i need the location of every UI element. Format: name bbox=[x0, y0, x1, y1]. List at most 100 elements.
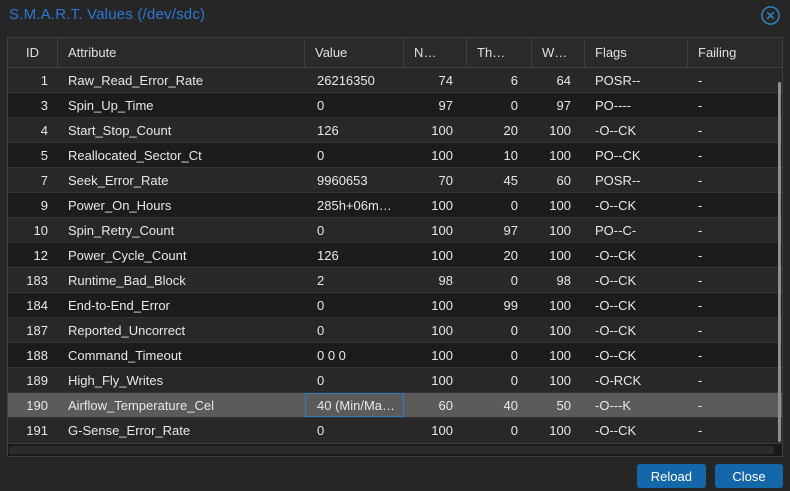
table-header: ID Attribute Value N… Th… W… Flags Failing bbox=[8, 38, 782, 68]
cell-threshold: 0 bbox=[510, 372, 518, 388]
close-icon[interactable] bbox=[760, 5, 781, 26]
table-row[interactable]: 4 Start_Stop_Count 126 100 20 100 -O--CK - bbox=[8, 118, 782, 143]
table-row[interactable]: 9 Power_On_Hours 285h+06m… 100 0 100 -O--CK - bbox=[8, 193, 782, 218]
cell-failing: - bbox=[698, 222, 703, 238]
close-button[interactable]: Close bbox=[715, 464, 783, 488]
cell-threshold: 40 bbox=[503, 397, 518, 413]
cell-flags: PO--C- bbox=[595, 222, 637, 238]
cell-failing: - bbox=[698, 347, 703, 363]
cell-worst: 100 bbox=[549, 297, 571, 313]
reload-button[interactable]: Reload bbox=[636, 464, 706, 488]
cell-normalized: 100 bbox=[431, 247, 453, 263]
cell-id: 1 bbox=[40, 72, 48, 88]
table-row[interactable]: 184 End-to-End_Error 0 100 99 100 -O--CK - bbox=[8, 293, 782, 318]
cell-threshold: 20 bbox=[503, 122, 518, 138]
cell-normalized: 100 bbox=[431, 297, 453, 313]
cell-value: 26216350 bbox=[317, 72, 375, 88]
table-row[interactable]: 191 G-Sense_Error_Rate 0 100 0 100 -O--CK - bbox=[8, 418, 782, 443]
cell-attribute: Spin_Retry_Count bbox=[68, 222, 175, 238]
cell-flags: POSR-- bbox=[595, 72, 641, 88]
table-row[interactable]: 12 Power_Cycle_Count 126 100 20 100 -O--CK - bbox=[8, 243, 782, 268]
cell-id: 188 bbox=[26, 347, 48, 363]
cell-worst: 98 bbox=[556, 272, 571, 288]
table-row[interactable]: 188 Command_Timeout 0 0 0 100 0 100 -O--CK - bbox=[8, 343, 782, 368]
cell-attribute: End-to-End_Error bbox=[68, 297, 170, 313]
cell-flags: -O--CK bbox=[595, 247, 637, 263]
table-row[interactable]: 10 Spin_Retry_Count 0 100 97 100 PO--C- - bbox=[8, 218, 782, 243]
cell-threshold: 97 bbox=[503, 222, 518, 238]
table-row[interactable]: 187 Reported_Uncorrect 0 100 0 100 -O--CK - bbox=[8, 318, 782, 343]
table-row[interactable]: 3 Spin_Up_Time 0 97 0 97 PO---- - bbox=[8, 93, 782, 118]
cell-normalized: 100 bbox=[431, 147, 453, 163]
cell-flags: PO--CK bbox=[595, 147, 641, 163]
cell-value: 285h+06m… bbox=[317, 197, 392, 213]
cell-threshold: 0 bbox=[510, 272, 518, 288]
cell-threshold: 0 bbox=[510, 197, 518, 213]
cell-normalized: 100 bbox=[431, 197, 453, 213]
horizontal-scrollbar[interactable] bbox=[8, 443, 782, 456]
cell-worst: 50 bbox=[556, 397, 571, 413]
cell-value: 126 bbox=[317, 122, 339, 138]
table-row[interactable]: 183 Runtime_Bad_Block 2 98 0 98 -O--CK - bbox=[8, 268, 782, 293]
cell-value: 0 bbox=[317, 423, 325, 438]
column-header-id[interactable]: ID bbox=[8, 38, 58, 67]
cell-worst: 64 bbox=[556, 72, 571, 88]
cell-value: 0 bbox=[317, 322, 325, 338]
cell-attribute: Runtime_Bad_Block bbox=[68, 272, 186, 288]
cell-flags: -O--CK bbox=[595, 423, 637, 438]
table-row[interactable]: 189 High_Fly_Writes 0 100 0 100 -O-RCK - bbox=[8, 368, 782, 393]
cell-normalized: 100 bbox=[431, 372, 453, 388]
cell-threshold: 99 bbox=[503, 297, 518, 313]
table-row[interactable]: 7 Seek_Error_Rate 9960653 70 45 60 POSR-- - bbox=[8, 168, 782, 193]
cell-attribute: G-Sense_Error_Rate bbox=[68, 423, 191, 438]
cell-id: 191 bbox=[26, 423, 48, 438]
cell-worst: 100 bbox=[549, 222, 571, 238]
column-header-attribute[interactable]: Attribute bbox=[58, 38, 305, 67]
smart-values-table: ID Attribute Value N… Th… W… Flags Failing 1 Raw… bbox=[7, 37, 783, 457]
column-header-worst[interactable]: W… bbox=[532, 38, 585, 67]
column-header-normalized[interactable]: N… bbox=[404, 38, 467, 67]
column-header-failing[interactable]: Failing bbox=[688, 38, 782, 67]
table-body: 1 Raw_Read_Error_Rate 26216350 74 6 64 POSR-- -… bbox=[8, 68, 782, 443]
cell-value: 9960653 bbox=[317, 172, 368, 188]
cell-id: 187 bbox=[26, 322, 48, 338]
cell-threshold: 0 bbox=[510, 97, 518, 113]
table-row[interactable]: 190 Airflow_Temperature_Cel 40 (Min/Ma… 60 4… bbox=[8, 393, 782, 418]
column-header-value[interactable]: Value bbox=[305, 38, 404, 67]
cell-flags: PO---- bbox=[595, 97, 632, 113]
cell-threshold: 45 bbox=[503, 172, 518, 188]
cell-normalized: 74 bbox=[438, 72, 453, 88]
cell-attribute: Airflow_Temperature_Cel bbox=[68, 397, 214, 413]
cell-failing: - bbox=[698, 197, 703, 213]
cell-failing: - bbox=[698, 147, 703, 163]
cell-id: 183 bbox=[26, 272, 48, 288]
cell-flags: -O---K bbox=[595, 397, 632, 413]
cell-id: 5 bbox=[40, 147, 48, 163]
cell-flags: POSR-- bbox=[595, 172, 641, 188]
horizontal-scrollbar-thumb[interactable] bbox=[9, 446, 774, 454]
cell-value: 0 bbox=[317, 372, 325, 388]
cell-failing: - bbox=[698, 322, 703, 338]
table-row[interactable]: 5 Reallocated_Sector_Ct 0 100 10 100 PO--CK - bbox=[8, 143, 782, 168]
cell-normalized: 100 bbox=[431, 122, 453, 138]
cell-flags: -O-RCK bbox=[595, 372, 642, 388]
cell-value: 0 bbox=[317, 97, 325, 113]
cell-attribute: Reallocated_Sector_Ct bbox=[68, 147, 202, 163]
column-header-threshold[interactable]: Th… bbox=[467, 38, 532, 67]
cell-worst: 100 bbox=[549, 372, 571, 388]
cell-worst: 60 bbox=[556, 172, 571, 188]
cell-worst: 100 bbox=[549, 322, 571, 338]
cell-failing: - bbox=[698, 423, 703, 438]
cell-threshold: 0 bbox=[510, 423, 518, 438]
cell-worst: 100 bbox=[549, 197, 571, 213]
cell-flags: -O--CK bbox=[595, 347, 637, 363]
cell-failing: - bbox=[698, 272, 703, 288]
cell-attribute: High_Fly_Writes bbox=[68, 372, 164, 388]
table-row[interactable]: 1 Raw_Read_Error_Rate 26216350 74 6 64 POSR-- - bbox=[8, 68, 782, 93]
cell-flags: -O--CK bbox=[595, 272, 637, 288]
vertical-scrollbar-thumb[interactable] bbox=[778, 82, 781, 442]
column-header-flags[interactable]: Flags bbox=[585, 38, 688, 67]
cell-normalized: 100 bbox=[431, 347, 453, 363]
cell-failing: - bbox=[698, 397, 703, 413]
cell-worst: 100 bbox=[549, 247, 571, 263]
